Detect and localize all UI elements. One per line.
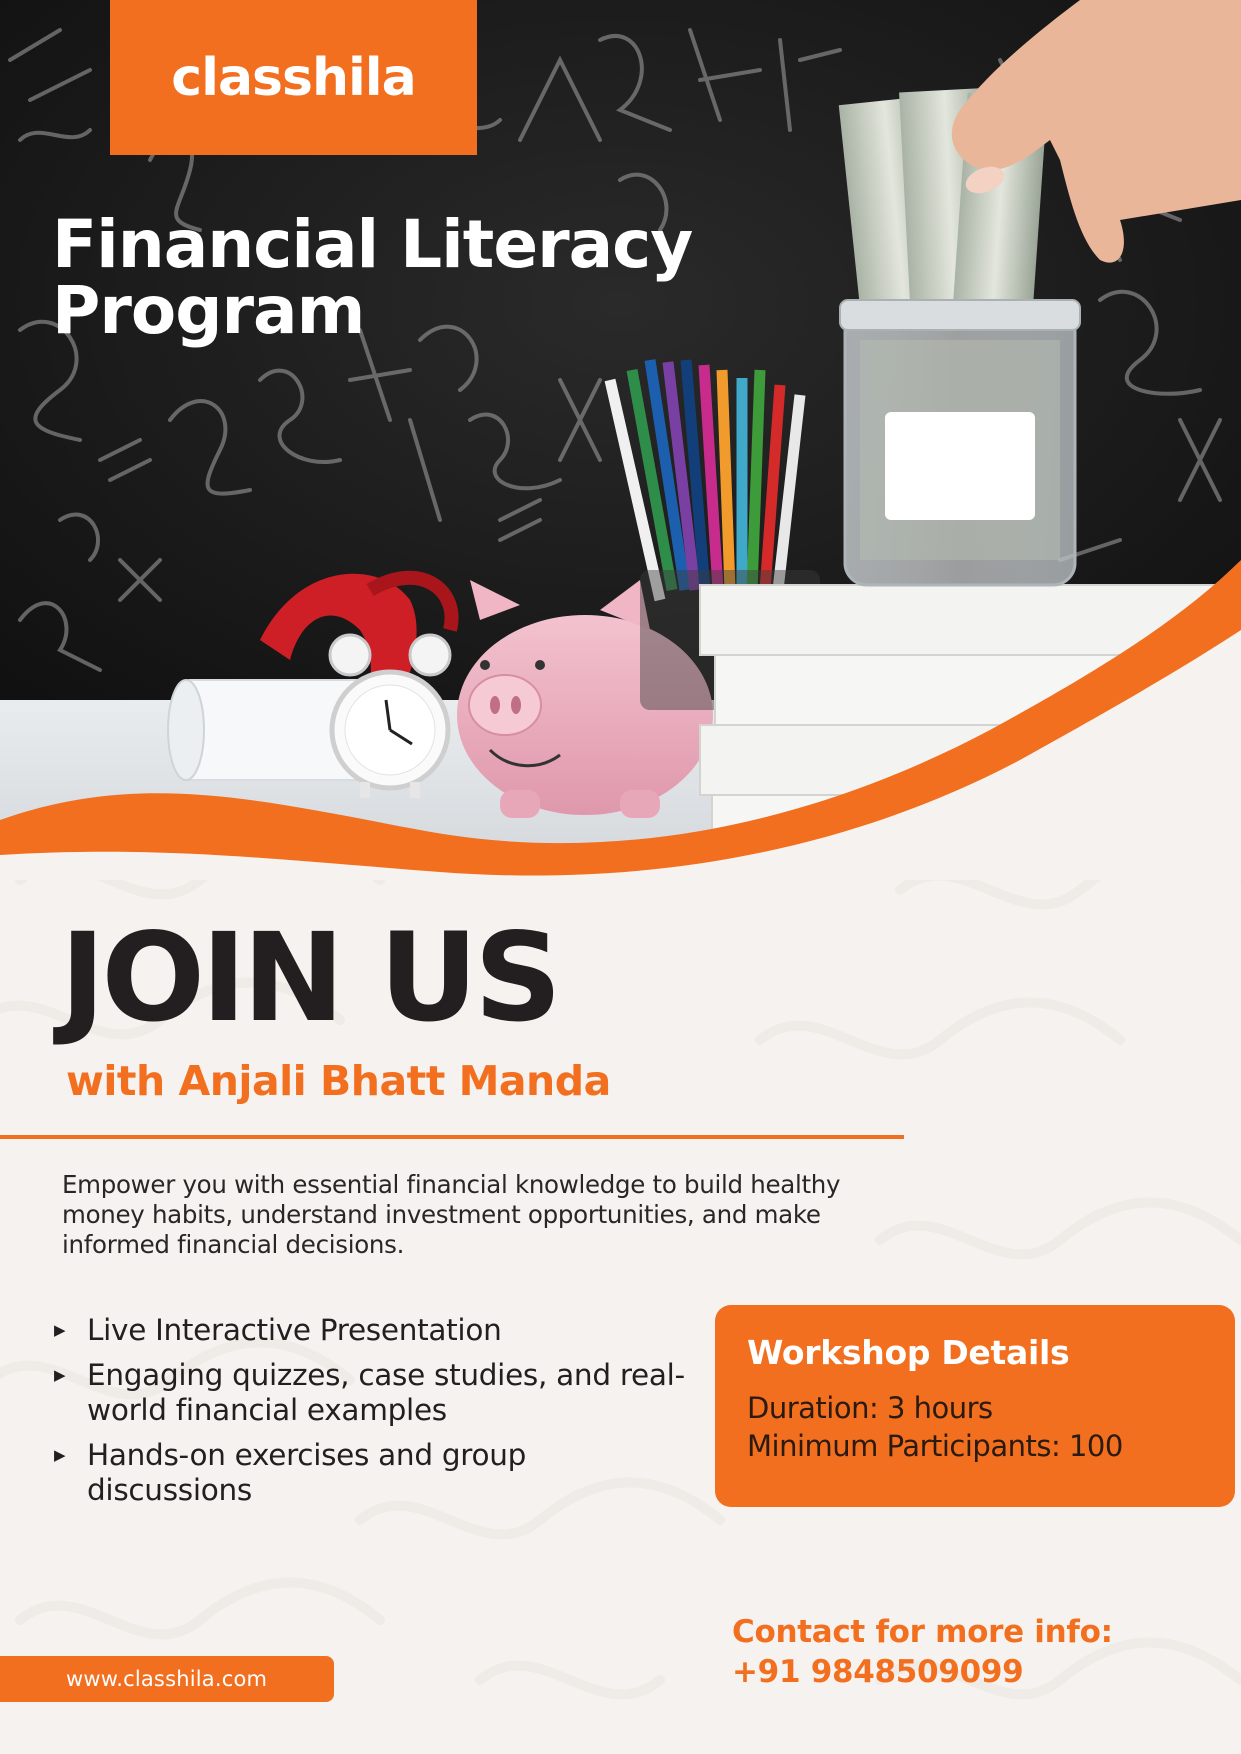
triangle-right-icon: ▶ — [54, 1321, 66, 1339]
feature-item: ▶ Hands-on exercises and group discussio… — [54, 1438, 694, 1508]
program-title: Financial Literacy Program — [52, 212, 812, 344]
website-badge[interactable]: www.classhila.com — [0, 1656, 334, 1702]
workshop-duration: Duration: 3 hours — [747, 1391, 993, 1425]
workshop-participants: Minimum Participants: 100 — [747, 1429, 1123, 1463]
program-title-line-2: Program — [52, 272, 365, 349]
flyer-page: classhila Financial Literacy Program JOI… — [0, 0, 1241, 1754]
feature-list: ▶ Live Interactive Presentation ▶ Engagi… — [54, 1313, 694, 1518]
workshop-details-card: Workshop Details Duration: 3 hours Minim… — [715, 1305, 1235, 1507]
logo-box: classhila — [110, 0, 477, 155]
contact-phone[interactable]: +91 9848509099 — [732, 1652, 1113, 1692]
logo: classhila — [171, 47, 416, 108]
feature-text: Live Interactive Presentation — [87, 1313, 502, 1347]
contact-label: Contact for more info: — [732, 1614, 1113, 1650]
website-link[interactable]: www.classhila.com — [0, 1667, 267, 1691]
feature-item: ▶ Live Interactive Presentation — [54, 1313, 694, 1348]
join-us-heading: JOIN US — [60, 907, 562, 1049]
workshop-details-title: Workshop Details — [747, 1333, 1070, 1372]
feature-text: Hands-on exercises and group discussions — [87, 1438, 527, 1507]
triangle-right-icon: ▶ — [54, 1446, 66, 1464]
contact-block: Contact for more info: +91 9848509099 — [732, 1612, 1113, 1692]
feature-text: Engaging quizzes, case studies, and real… — [87, 1358, 685, 1427]
host-name: with Anjali Bhatt Manda — [66, 1057, 611, 1105]
program-description: Empower you with essential financial kno… — [62, 1170, 841, 1259]
divider — [0, 1135, 904, 1139]
feature-item: ▶ Engaging quizzes, case studies, and re… — [54, 1358, 694, 1428]
triangle-right-icon: ▶ — [54, 1366, 66, 1384]
program-title-line-1: Financial Literacy — [52, 206, 693, 283]
